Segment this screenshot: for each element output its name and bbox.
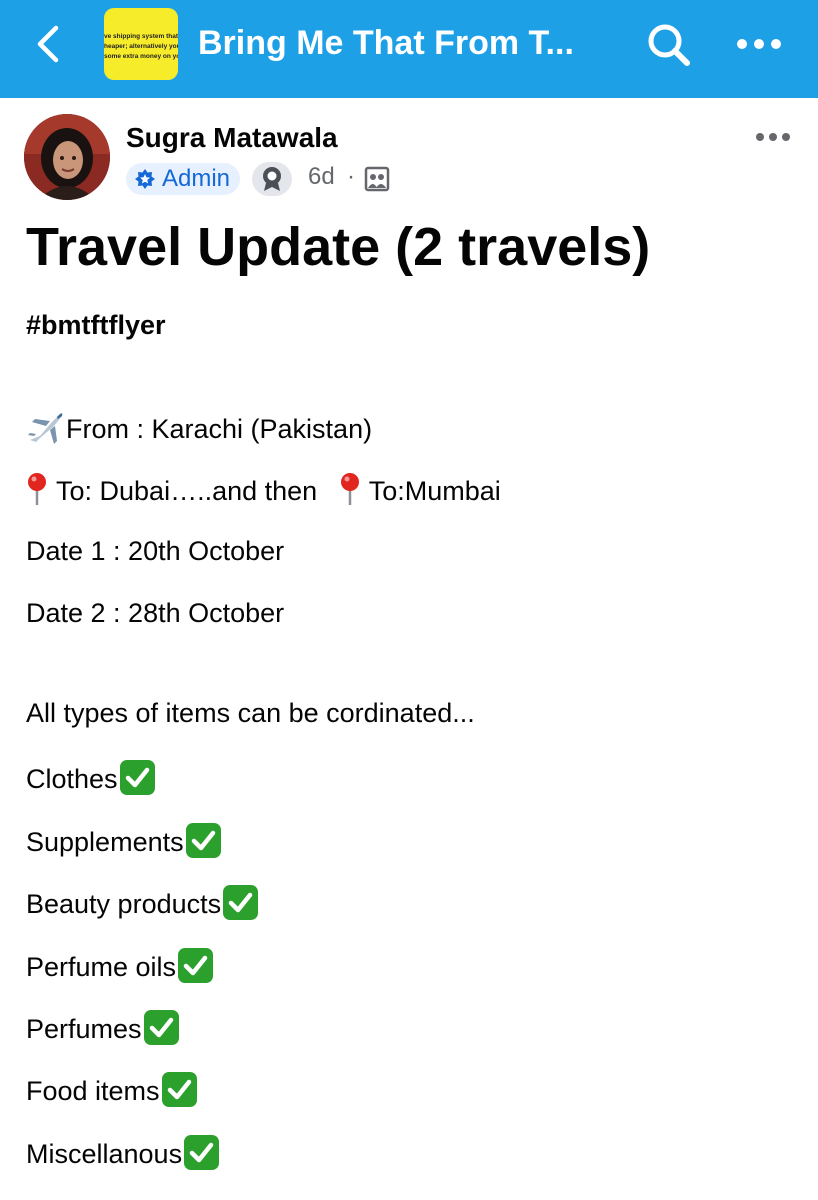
list-item: Perfume oils [26,948,214,983]
admin-badge: Admin [126,163,241,195]
check-mark-emoji-icon [223,885,259,920]
list-item: Beauty products [26,885,259,920]
audience-icon [364,166,390,192]
search-icon [648,24,690,66]
hashtag-link[interactable]: #bmtftflyer [26,310,166,341]
search-button[interactable] [644,20,694,70]
back-button[interactable] [30,22,70,66]
author-name[interactable]: Sugra Matawala [126,122,338,154]
rank-badge-icon [263,167,281,191]
to-second-text: To:Mumbai [368,476,501,506]
date2-line: Date 2 : 28th October [26,598,285,628]
more-horizontal-icon [756,133,790,141]
pin-emoji-icon [28,473,46,505]
admin-label: Admin [162,165,231,192]
item-label: Clothes [26,764,118,794]
group-thumbnail[interactable]: ve shipping system that n heaper; altern… [104,8,178,80]
rank-badge[interactable] [252,162,292,196]
separator-dot: · [347,163,355,190]
list-item: Miscellanous [26,1135,220,1170]
to-line: To: Dubai…..and then To:Mumbai [26,472,501,507]
author-avatar[interactable] [24,114,110,200]
item-label: Supplements [26,827,184,857]
check-mark-emoji-icon [143,1010,179,1045]
check-mark-emoji-icon [119,760,155,795]
post-title: Travel Update (2 travels) [26,217,651,277]
items-intro: All types of items can be cordinated... [26,698,475,728]
check-mark-emoji-icon [185,823,221,858]
item-label: Perfume oils [26,952,177,982]
post-more-button[interactable] [754,124,792,150]
check-mark-emoji-icon [161,1072,197,1107]
group-title[interactable]: Bring Me That From T... [198,20,618,68]
date1-line: Date 1 : 20th October [26,536,285,566]
check-mark-emoji-icon [184,1135,220,1170]
check-mark-emoji-icon [178,948,214,983]
top-bar: ve shipping system that n heaper; altern… [0,0,818,98]
from-text: From : Karachi (Pakistan) [66,414,373,444]
list-item: Clothes [26,760,155,795]
group-thumb-text-line: ve shipping system that n [104,33,178,40]
from-line: From : Karachi (Pakistan) [26,410,372,446]
list-item: Perfumes [26,1010,179,1045]
group-thumb-text-line: some extra money on you [104,53,178,60]
more-options-button[interactable] [734,24,786,64]
item-label: Perfumes [26,1014,142,1044]
group-thumb-text-line: heaper; alternatively you [104,43,178,50]
pin-emoji-icon [340,473,359,505]
back-arrow-icon [37,25,59,63]
airplane-emoji-icon [28,413,63,444]
to-first-text: To: Dubai…..and then [56,476,318,506]
more-horizontal-icon [737,39,781,49]
list-item: Food items [26,1072,197,1107]
item-label: Miscellanous [26,1139,183,1169]
list-item: Supplements [26,823,221,858]
admin-shield-icon [135,169,155,189]
item-label: Beauty products [26,889,222,919]
post-time[interactable]: 6d [308,163,335,191]
item-label: Food items [26,1076,160,1106]
